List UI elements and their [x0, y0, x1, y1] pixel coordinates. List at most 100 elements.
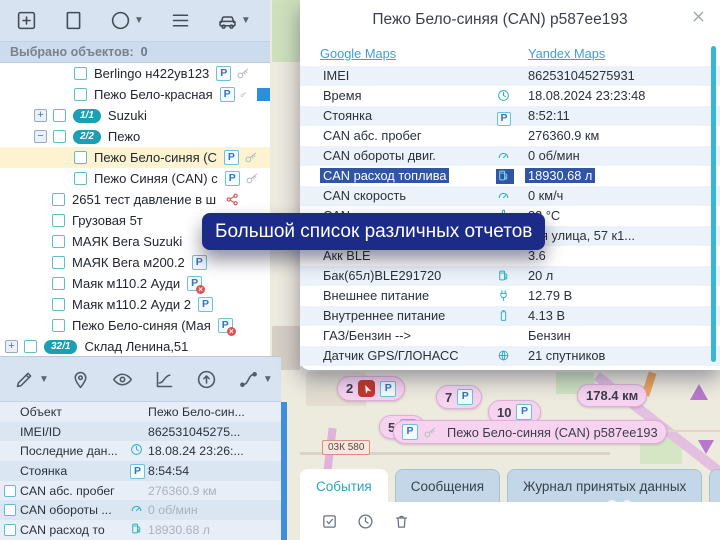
tree-item[interactable]: +1/1Suzuki [0, 105, 270, 126]
popup-row[interactable]: CAN скорость0 км/ч [300, 186, 720, 206]
close-icon[interactable] [690, 8, 707, 25]
map-marker-badge[interactable]: 7P [436, 385, 482, 409]
map-vehicle-label[interactable]: PПежо Бело-синяя (CAN) p587ee193 [393, 420, 667, 444]
select-all-icon[interactable] [321, 513, 338, 530]
tree-item[interactable]: Berlingo н422ув123P [0, 63, 270, 84]
tree-item[interactable]: 2651 тест давление в ш [0, 189, 270, 210]
checkbox[interactable] [52, 256, 65, 269]
popup-row[interactable]: Время18.08.2024 23:23:48 [300, 86, 720, 106]
checkbox-cell [4, 524, 20, 536]
checkbox[interactable] [52, 214, 65, 227]
popup-scrollbar[interactable] [711, 46, 716, 362]
geofence-circle-icon [110, 10, 131, 31]
popup-row[interactable]: CAN обороты двиг.0 об/мин [300, 146, 720, 166]
map-marker-badge[interactable]: 178.4 км [577, 384, 647, 407]
checkbox[interactable] [53, 109, 66, 122]
vehicle-menu-button[interactable]: ▼ [217, 10, 251, 31]
list-icon[interactable] [170, 10, 191, 31]
key-icon [236, 66, 251, 81]
selection-rect-icon[interactable] [63, 10, 84, 31]
key-icon [240, 87, 247, 102]
info-row[interactable]: СтоянкаP8:54:54 [0, 461, 281, 481]
visibility-eye-icon[interactable] [112, 369, 133, 390]
route-button[interactable]: ▼ [238, 369, 273, 390]
checkbox[interactable] [4, 524, 16, 536]
popup-row[interactable]: Бак(65л)BLE29172020 л [300, 266, 720, 286]
popup-row[interactable]: CAN расход топлива18930.68 л [300, 166, 720, 186]
tree-item[interactable]: Маяк м110.2 Ауди 2P [0, 294, 270, 315]
parking-badge: P [516, 404, 532, 420]
popup-row[interactable]: Внутреннее питание4.13 В [300, 306, 720, 326]
popup-row[interactable]: Внешнее питание12.79 В [300, 286, 720, 306]
delete-icon[interactable] [393, 513, 410, 530]
checkbox[interactable] [74, 151, 87, 164]
popup-row-value: 862531045275931 [525, 68, 638, 83]
vehicle-popup: Пежо Бело-синяя (CAN) p587ee193 Google M… [300, 0, 720, 370]
checkbox[interactable] [52, 319, 65, 332]
tab-partial[interactable] [709, 469, 720, 502]
info-row[interactable]: Последние дан...18.08.24 23:26:... [0, 441, 281, 461]
popup-row-value: 0 об/мин [525, 148, 583, 163]
export-icon[interactable] [196, 369, 217, 390]
info-row[interactable]: CAN абс. пробег276360.9 км [0, 481, 281, 501]
checkbox[interactable] [4, 504, 16, 516]
chevron-down-icon: ▼ [134, 15, 144, 26]
info-value: 862531045275... [148, 425, 240, 439]
chevron-down-icon: ▼ [241, 15, 251, 26]
info-row[interactable]: CAN расход то18930.68 л [0, 520, 281, 540]
geofence-button[interactable]: ▼ [110, 10, 144, 31]
checkbox[interactable] [52, 235, 65, 248]
checkbox[interactable] [52, 193, 65, 206]
add-object-icon[interactable] [16, 10, 37, 31]
chevron-down-icon: ▼ [39, 374, 49, 385]
checkbox[interactable] [52, 277, 65, 290]
time-icon[interactable] [357, 513, 374, 530]
checkbox[interactable] [24, 340, 37, 353]
popup-row[interactable]: CAN абс. пробег276360.9 км [300, 126, 720, 146]
chart-icon[interactable] [154, 369, 175, 390]
parking-badge: P [216, 66, 231, 81]
info-row[interactable]: CAN обороты ...0 об/мин [0, 500, 281, 520]
info-scrollbar[interactable] [281, 402, 287, 540]
map-green-area [272, 0, 300, 62]
tree-item[interactable]: −2/2Пежо [0, 126, 270, 147]
tree-item[interactable]: Пежо Бело-краснаяP [0, 84, 270, 105]
checkbox[interactable] [74, 172, 87, 185]
info-row[interactable]: ОбъектПежо Бело-син... [0, 402, 281, 422]
info-label: Стоянка [20, 464, 130, 478]
checkbox[interactable] [53, 130, 66, 143]
tree-item[interactable]: Пежо Бело-синяя (СP [0, 147, 270, 168]
popup-row[interactable]: Датчик GPS/ГЛОНАСС21 спутников [300, 346, 720, 366]
parking-badge: P [192, 255, 207, 270]
yandex-maps-link[interactable]: Yandex Maps [528, 46, 605, 61]
popup-row[interactable]: IMEI862531045275931 [300, 66, 720, 86]
popup-row-icon-cell [496, 349, 514, 364]
expand-icon[interactable]: + [34, 109, 47, 122]
info-row[interactable]: IMEI/ID862531045275... [0, 422, 281, 442]
popup-row-value: 0 км/ч [525, 188, 566, 203]
tab-active[interactable]: События [300, 469, 388, 502]
tree-item[interactable]: Пежо Синяя (CAN) сP [0, 168, 270, 189]
tab-inactive[interactable]: Сообщения [395, 469, 500, 502]
annotation-banner: Большой список различных отчетов [202, 213, 545, 250]
checkbox[interactable] [74, 67, 87, 80]
tab-inactive[interactable]: Журнал принятых данных [507, 469, 702, 502]
popup-row[interactable]: ГАЗ/Бензин -->Бензин [300, 326, 720, 346]
edit-button[interactable]: ▼ [14, 369, 49, 390]
collapse-icon[interactable]: − [34, 130, 47, 143]
popup-row[interactable]: СтоянкаP8:52:11 [300, 106, 720, 126]
checkbox[interactable] [74, 88, 87, 101]
checkbox[interactable] [52, 298, 65, 311]
google-maps-link[interactable]: Google Maps [320, 46, 396, 61]
location-pin-icon[interactable] [70, 369, 91, 390]
map-marker-badge[interactable]: 2P [337, 376, 405, 401]
tree-item[interactable]: МАЯК Вега м200.2P [0, 252, 270, 273]
tree-item[interactable]: Пежо Бело-синяя (МаяP× [0, 315, 270, 336]
popup-row-label: CAN абс. пробег [320, 128, 425, 143]
expand-icon[interactable]: + [5, 340, 18, 353]
clock-icon [130, 443, 143, 456]
checkbox[interactable] [4, 485, 16, 497]
tree-item[interactable]: +32/1Склад Ленина,51 [0, 336, 270, 356]
tree-item[interactable]: Маяк м110.2 АудиP× [0, 273, 270, 294]
info-icon-cell [130, 522, 148, 538]
